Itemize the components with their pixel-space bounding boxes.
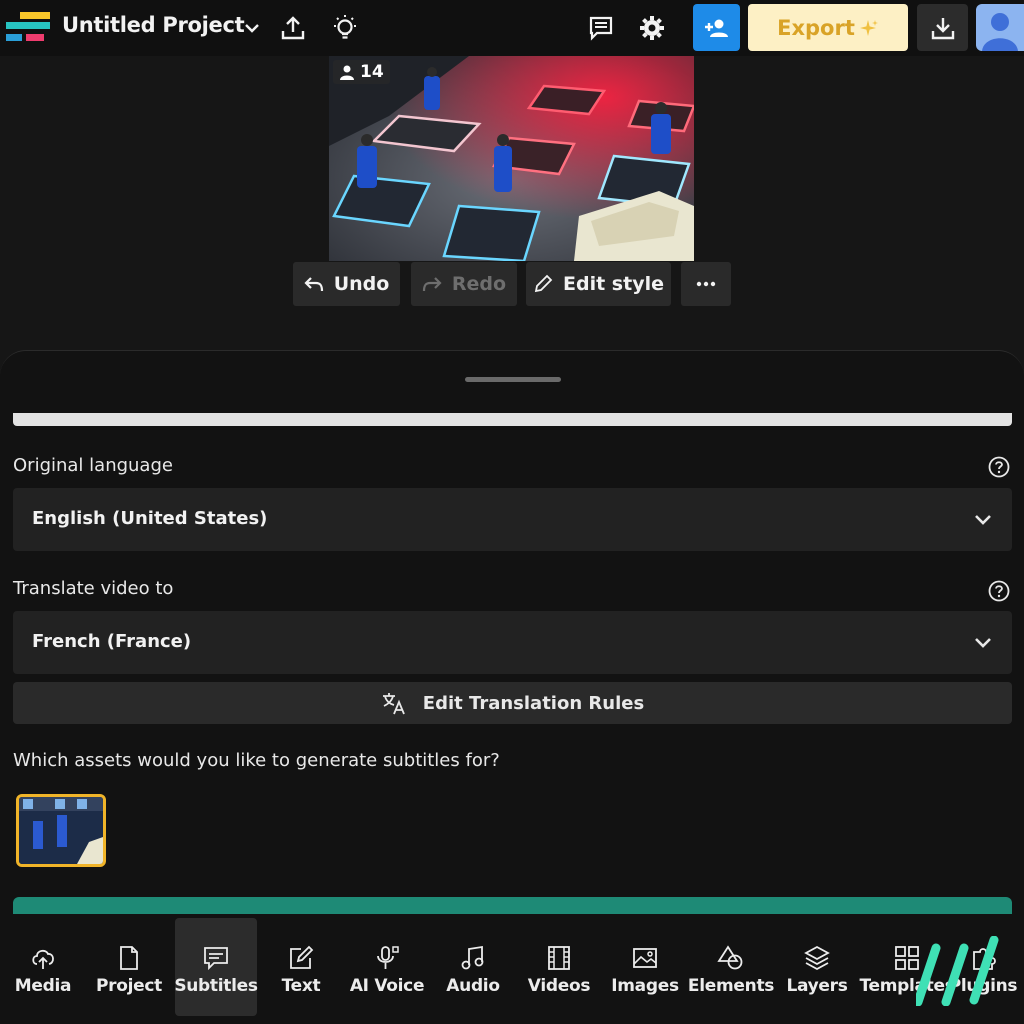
lightbulb-icon[interactable] <box>327 10 363 46</box>
user-avatar[interactable] <box>976 4 1024 51</box>
asset-thumbnail[interactable] <box>16 794 106 867</box>
viewer-count-badge: 14 <box>333 60 390 84</box>
undo-label: Undo <box>333 273 390 295</box>
download-icon <box>931 17 954 39</box>
nav-item-project[interactable]: Project <box>88 918 170 1016</box>
nav-item-videos[interactable]: Videos <box>518 918 600 1016</box>
translate-to-label: Translate video to <box>13 578 174 599</box>
translate-language-value: French (France) <box>32 631 192 652</box>
export-button[interactable]: Export <box>748 4 908 51</box>
microphone-icon <box>377 946 399 969</box>
comments-icon[interactable] <box>583 10 619 46</box>
help-circle-icon[interactable] <box>988 456 1010 478</box>
original-language-value: English (United States) <box>32 508 268 529</box>
undo-icon <box>304 277 323 292</box>
app-logo-icon[interactable] <box>4 10 52 46</box>
watermark-logo <box>916 936 999 1006</box>
person-icon <box>340 65 354 80</box>
nav-label-elements: Elements <box>687 976 775 996</box>
nav-item-layers[interactable]: Layers <box>776 918 858 1016</box>
bottom-navigation: Media Project Subtitles Text AI Voice Au… <box>0 914 1024 1024</box>
layers-icon <box>804 945 830 971</box>
file-icon <box>120 946 138 970</box>
sparkle-icon <box>859 19 878 36</box>
download-button[interactable] <box>917 4 968 51</box>
edit-style-label: Edit style <box>563 273 664 295</box>
nav-item-ai-voice[interactable]: AI Voice <box>346 918 428 1016</box>
nav-label-images: Images <box>611 976 679 996</box>
translate-language-select[interactable]: French (France) <box>13 611 1012 674</box>
nav-item-text[interactable]: Text <box>260 918 342 1016</box>
nav-label-audio: Audio <box>446 976 500 996</box>
music-note-icon <box>461 945 484 970</box>
pencil-icon <box>534 274 553 293</box>
original-language-select[interactable]: English (United States) <box>13 488 1012 551</box>
share-upload-icon[interactable] <box>275 10 311 46</box>
more-horizontal-icon <box>696 281 716 287</box>
nav-item-subtitles[interactable]: Subtitles <box>174 918 258 1016</box>
project-title[interactable]: Untitled Project <box>62 13 245 37</box>
user-icon <box>982 13 1018 51</box>
nav-item-media[interactable]: Media <box>2 918 84 1016</box>
nav-item-elements[interactable]: Elements <box>687 918 775 1016</box>
invite-collaborator-button[interactable] <box>693 4 740 51</box>
nav-label-media: Media <box>14 976 72 996</box>
nav-label-ai-voice: AI Voice <box>349 976 425 996</box>
assets-question: Which assets would you like to generate … <box>13 750 500 771</box>
nav-label-videos: Videos <box>527 976 591 996</box>
edit-translation-rules-button[interactable]: Edit Translation Rules <box>13 682 1012 724</box>
viewer-count: 14 <box>360 62 384 82</box>
nav-label-project: Project <box>96 976 162 996</box>
settings-gear-icon[interactable] <box>634 10 670 46</box>
shapes-icon <box>717 945 743 970</box>
edit-translation-rules-label: Edit Translation Rules <box>422 692 645 714</box>
chevron-down-icon[interactable] <box>234 10 270 46</box>
original-language-label: Original language <box>13 455 173 476</box>
panel-scroll-edge <box>13 413 1012 426</box>
help-circle-icon[interactable] <box>988 580 1010 602</box>
top-bar: Untitled Project Export <box>0 0 1024 56</box>
more-options-button[interactable] <box>681 262 731 306</box>
subtitles-icon <box>204 947 228 971</box>
video-frame-image <box>329 56 694 261</box>
nav-label-text: Text <box>281 976 321 996</box>
nav-label-layers: Layers <box>786 976 848 996</box>
redo-label: Redo <box>451 273 507 295</box>
translate-icon <box>382 693 405 715</box>
add-user-icon <box>704 19 728 37</box>
upload-cloud-icon <box>32 949 54 969</box>
nav-item-audio[interactable]: Audio <box>432 918 514 1016</box>
undo-button[interactable]: Undo <box>293 262 400 306</box>
sheet-drag-handle[interactable] <box>465 377 561 382</box>
video-preview-canvas[interactable]: 14 <box>329 56 694 261</box>
redo-button[interactable]: Redo <box>411 262 517 306</box>
nav-item-images[interactable]: Images <box>604 918 686 1016</box>
redo-icon <box>422 277 442 292</box>
export-label: Export <box>777 15 855 40</box>
nav-label-subtitles: Subtitles <box>174 976 258 996</box>
edit-style-button[interactable]: Edit style <box>526 262 671 306</box>
chevron-down-icon <box>975 638 991 648</box>
chevron-down-icon <box>975 515 991 525</box>
edit-text-icon <box>290 945 314 969</box>
image-icon <box>633 948 657 968</box>
film-icon <box>548 946 570 970</box>
asset-thumbnail-image <box>19 797 103 864</box>
